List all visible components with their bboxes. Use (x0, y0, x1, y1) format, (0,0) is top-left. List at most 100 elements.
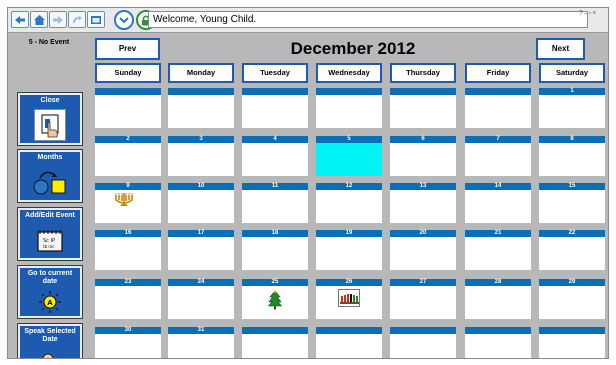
calendar-day-3[interactable]: 3 (168, 136, 234, 176)
calendar-day-19[interactable]: 19 (316, 230, 382, 270)
calendar-day-31[interactable]: 31 (168, 327, 234, 358)
day-body (390, 95, 456, 128)
day-number: 12 (316, 183, 382, 190)
kinara-icon (338, 289, 360, 312)
calendar-day-25[interactable]: 25 (242, 279, 308, 319)
calendar-day-1[interactable]: 1 (539, 88, 605, 128)
calendar-empty-cell (465, 327, 531, 358)
go-to-current-date-button[interactable]: Go to current date A (17, 265, 83, 319)
day-number: 17 (168, 230, 234, 237)
speak-selected-date-label: Speak Selected Date (24, 328, 76, 343)
day-number: 5 (316, 136, 382, 143)
day-body (316, 237, 382, 270)
calendar-day-27[interactable]: 27 (390, 279, 456, 319)
calendar-empty-cell (390, 327, 456, 358)
day-number (539, 327, 605, 334)
undo-button[interactable] (68, 11, 86, 28)
day-number (465, 327, 531, 334)
day-body (539, 334, 605, 358)
calendar-day-29[interactable]: 29 (539, 279, 605, 319)
svg-text:tb roc: tb roc (43, 244, 55, 249)
day-number: 16 (95, 230, 161, 237)
chevron-down-icon (119, 17, 129, 24)
add-edit-event-button[interactable]: Add/Edit Event Sc IP tb roc (17, 207, 83, 261)
day-body (242, 143, 308, 176)
day-number (316, 88, 382, 95)
calendar-day-28[interactable]: 28 (465, 279, 531, 319)
window-controls[interactable]: ?‒▫× (579, 10, 605, 21)
window-icon (91, 15, 101, 24)
calendar-day-14[interactable]: 14 (465, 183, 531, 223)
calendar-day-23[interactable]: 23 (95, 279, 161, 319)
day-body (95, 95, 161, 128)
calendar-day-20[interactable]: 20 (390, 230, 456, 270)
day-body (390, 143, 456, 176)
calendar-empty-cell (168, 88, 234, 128)
day-body (168, 237, 234, 270)
day-number: 14 (465, 183, 531, 190)
menorah-icon (113, 192, 135, 215)
dropdown-button[interactable] (114, 10, 134, 30)
day-body (539, 286, 605, 319)
day-body (465, 334, 531, 358)
calendar-day-24[interactable]: 24 (168, 279, 234, 319)
day-number: 2 (95, 136, 161, 143)
calendar-day-18[interactable]: 18 (242, 230, 308, 270)
notepad-icon: Sc IP tb roc (36, 228, 64, 254)
app-window: Welcome, Young Child. ?‒▫× 5 - No Event … (7, 7, 609, 359)
calendar-day-4[interactable]: 4 (242, 136, 308, 176)
weekday-header-monday: Monday (168, 63, 234, 83)
calendar-day-21[interactable]: 21 (465, 230, 531, 270)
calendar-day-30[interactable]: 30 (95, 327, 161, 358)
day-number: 31 (168, 327, 234, 334)
day-body (539, 237, 605, 270)
home-button[interactable] (30, 11, 48, 28)
day-body (465, 190, 531, 223)
calendar-day-2[interactable]: 2 (95, 136, 161, 176)
window-button[interactable] (87, 11, 105, 28)
day-body (390, 334, 456, 358)
event-status: 5 - No Event (28, 39, 70, 46)
day-body (95, 237, 161, 270)
calendar-day-12[interactable]: 12 (316, 183, 382, 223)
day-number (390, 88, 456, 95)
calendar-day-17[interactable]: 17 (168, 230, 234, 270)
months-button[interactable]: Months (17, 149, 83, 203)
calendar-day-10[interactable]: 10 (168, 183, 234, 223)
close-button[interactable]: Close (17, 92, 83, 146)
weekday-header-friday: Friday (465, 63, 531, 83)
calendar-day-16[interactable]: 16 (95, 230, 161, 270)
back-button[interactable] (11, 11, 29, 28)
calendar-empty-cell (95, 88, 161, 128)
day-number (316, 327, 382, 334)
day-number: 4 (242, 136, 308, 143)
day-body (390, 190, 456, 223)
calendar-day-5[interactable]: 5 (316, 136, 382, 176)
day-number (95, 88, 161, 95)
forward-button[interactable] (49, 11, 67, 28)
calendar-day-6[interactable]: 6 (390, 136, 456, 176)
speak-selected-date-button[interactable]: Speak Selected Date (17, 323, 83, 358)
home-icon (33, 14, 45, 25)
next-month-button[interactable]: Next (536, 38, 585, 60)
calendar-day-13[interactable]: 13 (390, 183, 456, 223)
calendar-day-9[interactable]: 9 (95, 183, 161, 223)
calendar-day-22[interactable]: 22 (539, 230, 605, 270)
calendar-day-7[interactable]: 7 (465, 136, 531, 176)
day-body (465, 237, 531, 270)
calendar-day-26[interactable]: 26 (316, 279, 382, 319)
calendar-empty-cell (390, 88, 456, 128)
calendar-day-8[interactable]: 8 (539, 136, 605, 176)
day-body (390, 237, 456, 270)
day-number (242, 88, 308, 95)
day-body (539, 190, 605, 223)
prev-month-button[interactable]: Prev (95, 38, 160, 60)
day-number (465, 88, 531, 95)
calendar-empty-cell (465, 88, 531, 128)
calendar-day-11[interactable]: 11 (242, 183, 308, 223)
day-body (465, 286, 531, 319)
toolbar: Welcome, Young Child. ?‒▫× (8, 8, 608, 33)
sun-target-icon: A (37, 290, 63, 314)
day-body (168, 286, 234, 319)
calendar-day-15[interactable]: 15 (539, 183, 605, 223)
